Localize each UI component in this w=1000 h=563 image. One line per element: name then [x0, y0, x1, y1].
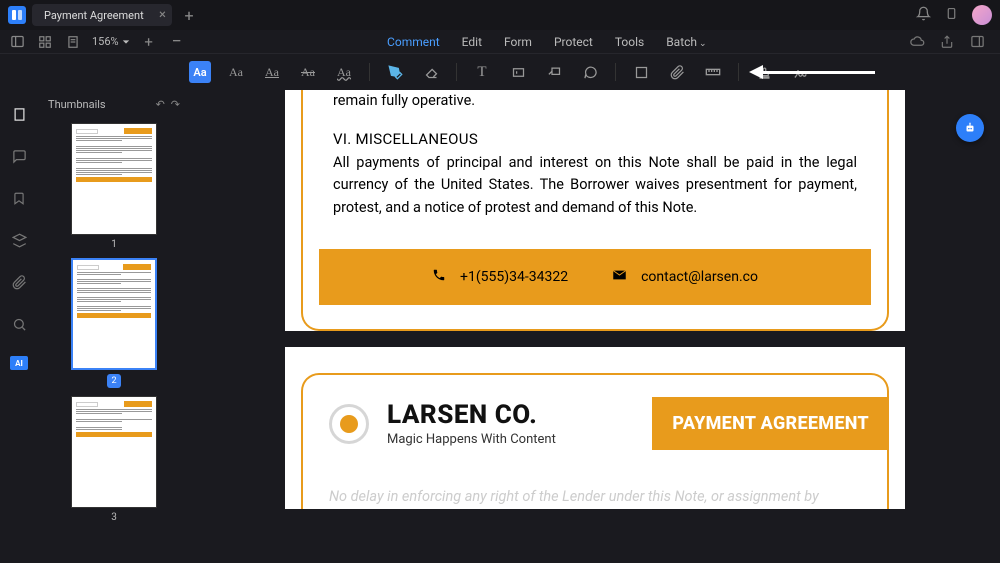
- menu-form[interactable]: Form: [504, 35, 532, 49]
- contact-footer: +1(555)34-34322 contact@larsen.co: [319, 249, 871, 305]
- cloud-icon[interactable]: [908, 33, 926, 51]
- email-icon: [612, 269, 627, 285]
- document-header: LARSEN CO. Magic Happens With Content PA…: [329, 397, 861, 450]
- eraser-tool[interactable]: [420, 61, 442, 83]
- comments-panel-icon[interactable]: [9, 146, 29, 166]
- thumbnail-label-3: 3: [42, 512, 186, 523]
- grid-icon[interactable]: [36, 33, 54, 51]
- phone-icon: [432, 268, 446, 286]
- left-panel-toggle-icon[interactable]: [8, 33, 26, 51]
- thumbnails-header: Thumbnails: [48, 98, 106, 111]
- rectangle-tool[interactable]: [630, 61, 652, 83]
- rotate-ccw-icon[interactable]: ↶: [156, 98, 165, 111]
- section-heading[interactable]: VI. MISCELLANEOUS: [333, 128, 857, 151]
- new-tab-button[interactable]: +: [178, 4, 200, 26]
- assistant-fab[interactable]: [956, 114, 984, 142]
- menu-comment[interactable]: Comment: [387, 35, 440, 49]
- zoom-level[interactable]: 156%: [92, 35, 130, 48]
- toolbar-primary: 156% + − Comment Edit Form Protect Tools…: [0, 30, 1000, 54]
- document-tab[interactable]: Payment Agreement ×: [32, 4, 172, 26]
- textbox-tool[interactable]: [507, 61, 529, 83]
- email-address[interactable]: contact@larsen.co: [641, 269, 758, 285]
- company-name[interactable]: LARSEN CO.: [387, 400, 556, 430]
- company-tagline[interactable]: Magic Happens With Content: [387, 432, 556, 447]
- document-title-badge: PAYMENT AGREEMENT: [652, 397, 889, 450]
- bell-icon[interactable]: [916, 6, 931, 25]
- thumbnail-label-2: 2: [42, 374, 186, 388]
- text-tool[interactable]: T: [471, 61, 493, 83]
- menu-edit[interactable]: Edit: [462, 35, 482, 49]
- titlebar: Payment Agreement × +: [0, 0, 1000, 30]
- page-2: remain fully operative. VI. MISCELLANEOU…: [285, 90, 905, 331]
- search-panel-icon[interactable]: [9, 314, 29, 334]
- squiggly-tool[interactable]: Aa: [333, 61, 355, 83]
- thumbnails-panel: Thumbnails ↶ ↷ 1: [38, 90, 190, 563]
- thumbnail-page-3[interactable]: [71, 396, 157, 508]
- highlight-tool[interactable]: Aa: [189, 61, 211, 83]
- attachment-tool[interactable]: [666, 61, 688, 83]
- phone-number[interactable]: +1(555)34-34322: [460, 269, 568, 285]
- close-tab-icon[interactable]: ×: [159, 8, 166, 23]
- attachments-panel-icon[interactable]: [9, 272, 29, 292]
- document-viewport[interactable]: remain fully operative. VI. MISCELLANEOU…: [190, 90, 1000, 563]
- app-logo-icon[interactable]: [8, 6, 26, 24]
- thumbnail-page-1[interactable]: [71, 123, 157, 235]
- menu-protect[interactable]: Protect: [554, 35, 593, 49]
- paragraph-text[interactable]: No delay in enforcing any right of the L…: [329, 486, 861, 508]
- paragraph-text[interactable]: All payments of principal and interest o…: [333, 152, 857, 219]
- thumbnail-label-1: 1: [42, 239, 186, 250]
- left-sidebar: AI: [0, 90, 38, 563]
- comment-toolbar: Aa Aa Aa Aa Aa T: [0, 54, 1000, 90]
- thumbnails-panel-icon[interactable]: [9, 104, 29, 124]
- layers-panel-icon[interactable]: [9, 230, 29, 250]
- text-style-tool[interactable]: Aa: [225, 61, 247, 83]
- share-icon[interactable]: [938, 33, 956, 51]
- marker-tool[interactable]: [384, 61, 406, 83]
- tutorial-arrow-annotation: [749, 65, 875, 79]
- separator: [615, 63, 616, 81]
- page-view-icon[interactable]: [64, 33, 82, 51]
- ai-panel-icon[interactable]: AI: [10, 356, 28, 370]
- rotate-cw-icon[interactable]: ↷: [171, 98, 180, 111]
- zoom-out-icon[interactable]: −: [168, 33, 186, 51]
- right-panel-toggle-icon[interactable]: [968, 33, 986, 51]
- main-menu: Comment Edit Form Protect Tools Batch⌄: [387, 35, 707, 49]
- bookmarks-panel-icon[interactable]: [9, 188, 29, 208]
- separator: [456, 63, 457, 81]
- menu-batch[interactable]: Batch⌄: [666, 35, 706, 49]
- menu-tools[interactable]: Tools: [615, 35, 644, 49]
- measure-tool[interactable]: [702, 61, 724, 83]
- tab-title: Payment Agreement: [44, 9, 144, 22]
- company-logo-icon: [329, 404, 369, 444]
- note-tool[interactable]: [579, 61, 601, 83]
- user-avatar[interactable]: [972, 5, 992, 25]
- zoom-in-icon[interactable]: +: [140, 33, 158, 51]
- separator: [369, 63, 370, 81]
- separator: [738, 63, 739, 81]
- page-3: LARSEN CO. Magic Happens With Content PA…: [285, 347, 905, 508]
- thumbnail-page-2[interactable]: [71, 258, 157, 370]
- strikethrough-tool[interactable]: Aa: [297, 61, 319, 83]
- paragraph-text[interactable]: remain fully operative.: [333, 90, 857, 112]
- callout-tool[interactable]: [543, 61, 565, 83]
- underline-tool[interactable]: Aa: [261, 61, 283, 83]
- main-area: AI Thumbnails ↶ ↷ 1: [0, 90, 1000, 563]
- device-icon[interactable]: [945, 6, 958, 25]
